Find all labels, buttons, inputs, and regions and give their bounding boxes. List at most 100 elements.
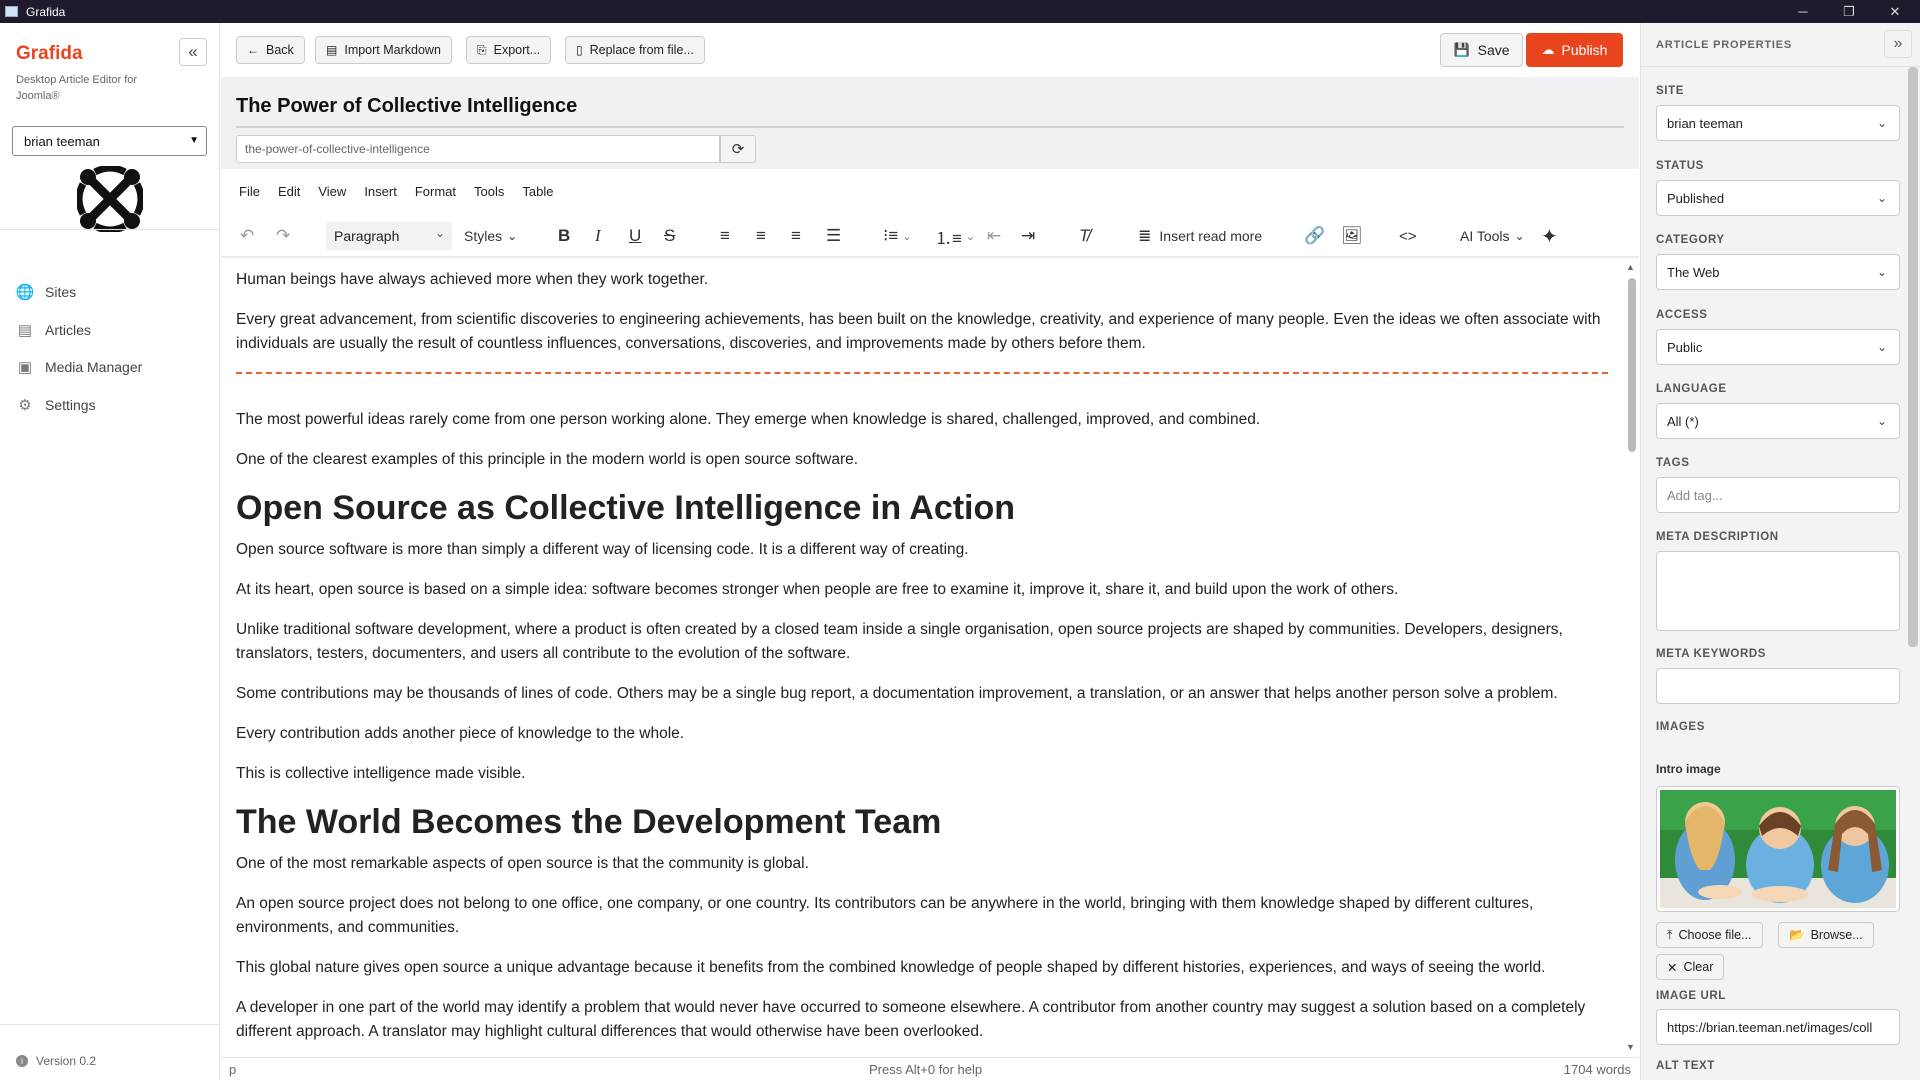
gear-icon: ⚙ (18, 397, 32, 414)
insert-link-button[interactable]: 🔗 (1304, 219, 1325, 253)
justify-button[interactable]: ☰ (826, 219, 841, 253)
back-button[interactable]: ← Back (236, 36, 305, 64)
styles-label: Styles (464, 228, 503, 244)
sidebar-item-media-manager[interactable]: ▣ Media Manager (0, 350, 219, 384)
export-button[interactable]: ⎘ Export... (466, 36, 552, 64)
undo-icon: ↶ (240, 226, 255, 245)
read-more-label: Insert read more (1159, 228, 1263, 244)
bold-icon: B (558, 226, 571, 245)
language-dropdown[interactable]: All (*) ⌄ (1656, 403, 1900, 439)
ai-tools-dropdown[interactable]: AI Tools ⌄ (1460, 219, 1525, 253)
export-label: Export... (493, 43, 541, 57)
brand-tagline: Desktop Article Editor for Joomla® (16, 74, 138, 102)
replace-from-file-button[interactable]: ▯ Replace from file... (565, 36, 705, 64)
ai-tools-label: AI Tools (1460, 228, 1510, 244)
joomla-logo (77, 166, 143, 232)
clear-image-button[interactable]: ✕ Clear (1656, 954, 1725, 980)
meta-keywords-input[interactable] (1656, 668, 1900, 704)
intro-image-preview[interactable] (1656, 786, 1900, 912)
alt-text-label: ALT TEXT (1656, 1060, 1715, 1072)
menu-edit[interactable]: Edit (278, 184, 300, 206)
collapse-panel-button[interactable]: » (1884, 30, 1912, 58)
language-label: LANGUAGE (1656, 383, 1727, 395)
underline-button[interactable]: U (629, 219, 641, 253)
arrow-left-icon: ← (247, 43, 259, 57)
scroll-down-icon: ▼ (1626, 1042, 1635, 1052)
styles-dropdown[interactable]: Styles ⌄ (464, 219, 517, 253)
menu-file[interactable]: File (239, 184, 260, 206)
clear-label: Clear (1683, 960, 1714, 974)
site-dropdown[interactable]: brian teeman ⌄ (1656, 105, 1900, 141)
category-dropdown[interactable]: The Web ⌄ (1656, 254, 1900, 290)
double-chevron-right-icon: » (1893, 35, 1903, 52)
insert-read-more-button[interactable]: ≣ Insert read more (1138, 219, 1262, 253)
menu-tools[interactable]: Tools (474, 184, 504, 206)
paragraph: Some contributions may be thousands of l… (236, 685, 1558, 702)
browse-button[interactable]: 📂 Browse... (1778, 922, 1874, 948)
minimize-button[interactable]: ─ (1780, 0, 1826, 23)
menu-insert[interactable]: Insert (364, 184, 397, 206)
outdent-button[interactable]: ⇤ (987, 219, 1001, 253)
import-markdown-button[interactable]: ▤ Import Markdown (315, 36, 452, 64)
bullet-list-icon: ⁝≡ (883, 226, 899, 245)
paragraph: This is collective intelligence made vis… (236, 765, 526, 782)
sidebar-item-sites[interactable]: 🌐 Sites (0, 275, 219, 309)
indent-button[interactable]: ⇥ (1021, 219, 1035, 253)
language-value: All (*) (1667, 413, 1699, 429)
align-right-button[interactable]: ≡ (791, 219, 801, 253)
paragraph: One of the clearest examples of this pri… (236, 451, 859, 468)
category-value: The Web (1667, 264, 1720, 280)
meta-keywords-label: META KEYWORDS (1656, 648, 1767, 660)
help-hint: Press Alt+0 for help (869, 1062, 983, 1077)
choose-file-button[interactable]: ⤒ Choose file... (1656, 922, 1763, 948)
paragraph: The most powerful ideas rarely come from… (236, 411, 1261, 428)
tags-input[interactable]: Add tag... (1656, 477, 1900, 513)
word-count[interactable]: 1704 words (1564, 1062, 1631, 1077)
access-label: ACCESS (1656, 309, 1708, 321)
editor-content[interactable]: Human beings have always achieved more w… (236, 268, 1616, 1060)
insert-image-button[interactable]: 🖼 (1341, 219, 1363, 253)
numbered-list-icon: ⒈≡ (935, 228, 962, 248)
editor-scroll-thumb[interactable] (1628, 278, 1636, 452)
numbered-list-button[interactable]: ⒈≡ ⌄ (935, 219, 975, 253)
paragraph: At its heart, open source is based on a … (236, 581, 1399, 598)
redo-button[interactable]: ↷ (276, 219, 290, 253)
italic-button[interactable]: I (595, 219, 601, 253)
image-url-input[interactable]: https://brian.teeman.net/images/coll (1656, 1009, 1900, 1045)
access-dropdown[interactable]: Public ⌄ (1656, 329, 1900, 365)
sidebar-item-label: Sites (45, 284, 77, 300)
sidebar-item-settings[interactable]: ⚙ Settings (0, 388, 219, 422)
article-title-input[interactable]: The Power of Collective Intelligence (236, 95, 577, 118)
close-button[interactable]: ✕ (1872, 0, 1918, 23)
justify-icon: ☰ (826, 226, 842, 245)
alias-input[interactable]: the-power-of-collective-intelligence (236, 135, 720, 163)
menu-table[interactable]: Table (522, 184, 553, 206)
undo-button[interactable]: ↶ (240, 219, 254, 253)
align-left-button[interactable]: ≡ (720, 219, 730, 253)
strikethrough-button[interactable]: S (664, 219, 675, 253)
sidebar-item-label: Settings (45, 397, 96, 413)
ai-sparkle-button[interactable]: ✦ (1541, 219, 1558, 253)
collapse-sidebar-button[interactable]: « (179, 38, 207, 66)
save-button[interactable]: 💾 Save (1440, 33, 1523, 67)
menu-format[interactable]: Format (415, 184, 456, 206)
element-path[interactable]: p (229, 1062, 236, 1077)
meta-description-textarea[interactable] (1656, 551, 1900, 631)
restore-button[interactable]: ❐ (1826, 0, 1872, 23)
panel-heading: ARTICLE PROPERTIES (1656, 39, 1793, 51)
site-select[interactable]: brian teeman ▼ (12, 126, 207, 156)
regenerate-alias-button[interactable]: ⟳ (720, 135, 756, 163)
menu-view[interactable]: View (318, 184, 346, 206)
source-code-button[interactable]: <> (1399, 219, 1417, 253)
panel-scroll-thumb[interactable] (1908, 67, 1918, 647)
block-format-select[interactable]: Paragraph ⌄ (326, 222, 452, 250)
align-center-button[interactable]: ≡ (756, 219, 766, 253)
sidebar-item-articles[interactable]: ▤ Articles (0, 313, 219, 347)
clear-formatting-button[interactable]: T̸ (1079, 219, 1089, 253)
status-dropdown[interactable]: Published ⌄ (1656, 180, 1900, 216)
publish-button[interactable]: ☁ Publish (1526, 33, 1623, 67)
link-icon: 🔗 (1304, 226, 1326, 245)
bold-button[interactable]: B (558, 219, 570, 253)
editor-statusbar: p Press Alt+0 for help 1704 words (221, 1057, 1639, 1080)
bullet-list-button[interactable]: ⁝≡ ⌄ (883, 219, 912, 253)
